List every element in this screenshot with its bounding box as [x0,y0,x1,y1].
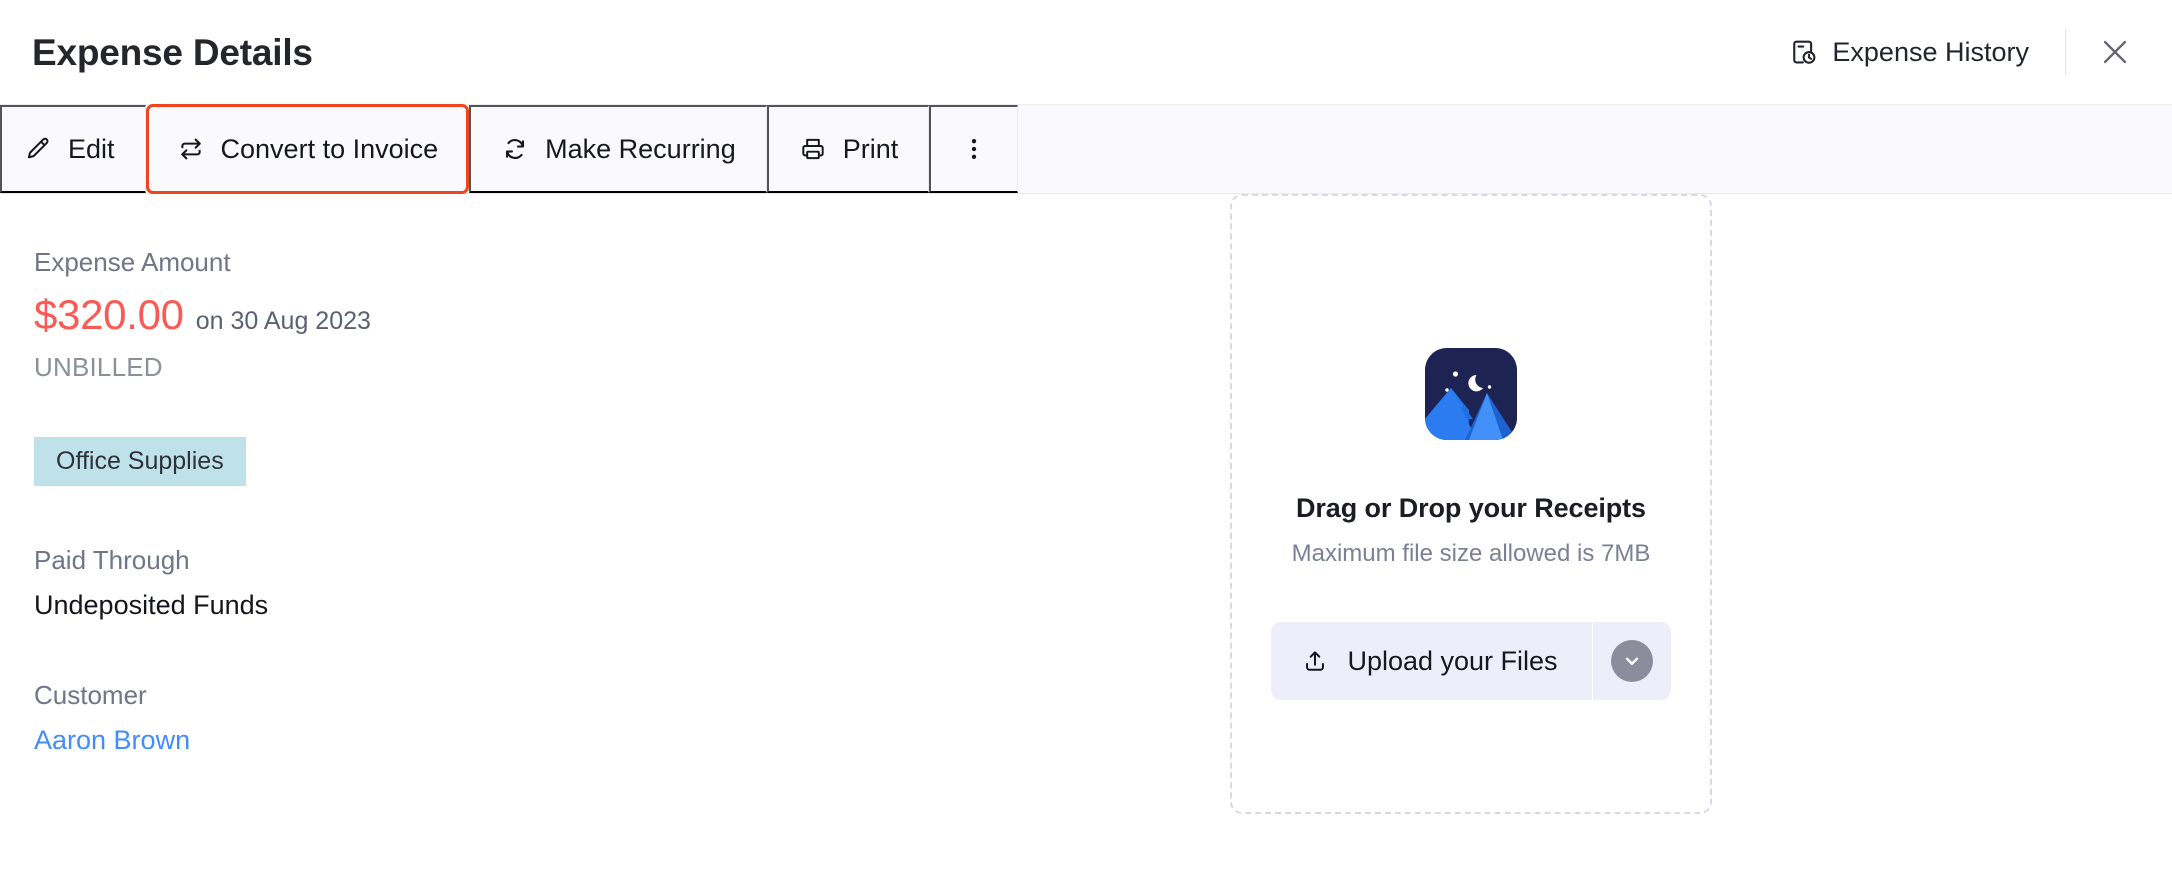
action-toolbar: Edit Convert to Invoice [0,104,2172,194]
toolbar-filler [1018,105,2172,193]
make-recurring-button[interactable]: Make Recurring [469,105,767,193]
customer-label: Customer [34,679,1230,713]
close-button[interactable] [2092,29,2138,75]
dropzone-title: Drag or Drop your Receipts [1296,493,1646,524]
pencil-icon [24,135,52,163]
paid-through-field: Paid Through Undeposited Funds [34,544,1230,623]
upload-button-group: Upload your Files [1271,622,1670,700]
upload-icon [1301,647,1329,675]
more-actions-button[interactable] [929,105,1018,193]
close-icon [2098,35,2132,69]
upload-options-button[interactable] [1593,622,1671,700]
header-actions: Expense History [1782,0,2138,104]
paid-through-label: Paid Through [34,544,1230,578]
customer-field: Customer Aaron Brown [34,679,1230,758]
receipts-dropzone[interactable]: Drag or Drop your Receipts Maximum file … [1230,194,1712,814]
print-label: Print [843,134,899,165]
expense-history-label: Expense History [1832,37,2029,68]
recurring-arrows-icon [501,135,529,163]
expense-history-button[interactable]: Expense History [1782,31,2041,74]
convert-to-invoice-button[interactable]: Convert to Invoice [146,104,470,194]
header-divider [2065,29,2066,75]
expense-amount-value: $320.00 [34,292,184,338]
paid-through-value: Undeposited Funds [34,588,1230,623]
status-badge: UNBILLED [34,352,1230,383]
category-tag: Office Supplies [34,437,246,487]
edit-label: Edit [68,134,115,165]
expense-amount-date: on 30 Aug 2023 [196,307,371,336]
expense-amount-label: Expense Amount [34,246,1230,280]
expense-amount-row: $320.00 on 30 Aug 2023 [34,292,1230,338]
upload-files-button[interactable]: Upload your Files [1271,622,1591,700]
customer-link[interactable]: Aaron Brown [34,723,1230,758]
kebab-menu-icon [960,135,988,163]
print-button[interactable]: Print [767,105,930,193]
night-mountain-image-icon [1425,348,1517,440]
panel-body: Expense Amount $320.00 on 30 Aug 2023 UN… [0,194,2172,886]
page-title: Expense Details [32,34,313,71]
printer-icon [799,135,827,163]
edit-button[interactable]: Edit [0,105,146,193]
convert-to-invoice-label: Convert to Invoice [221,134,439,165]
expense-details-panel: Expense Details Expense History [0,0,2172,886]
expense-summary: Expense Amount $320.00 on 30 Aug 2023 UN… [0,194,1230,886]
receipts-column: Drag or Drop your Receipts Maximum file … [1230,194,2172,886]
upload-files-label: Upload your Files [1347,646,1557,677]
make-recurring-label: Make Recurring [545,134,736,165]
convert-arrows-icon [177,135,205,163]
panel-header: Expense Details Expense History [0,0,2172,104]
dropzone-subtitle: Maximum file size allowed is 7MB [1292,540,1651,568]
document-clock-icon [1788,37,1818,67]
chevron-down-icon [1611,640,1653,682]
